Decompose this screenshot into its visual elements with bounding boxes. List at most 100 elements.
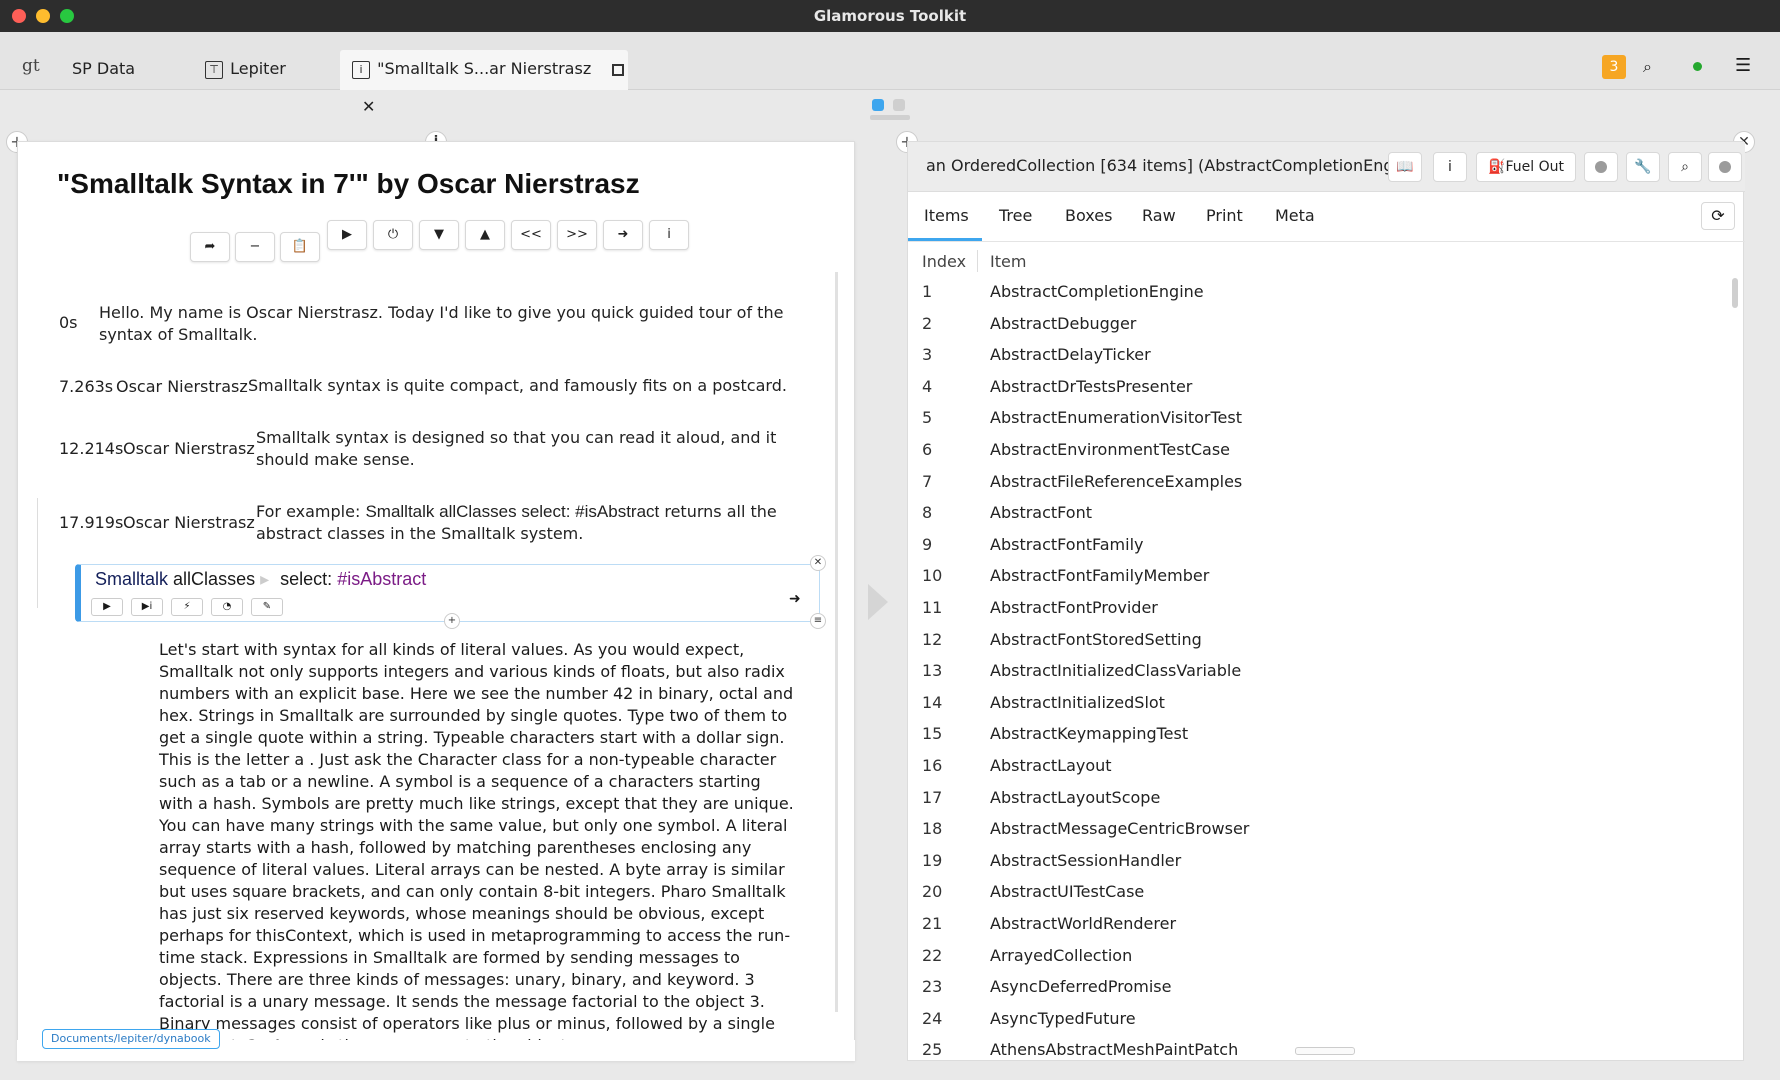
snippet-menu-icon[interactable]: ≡ (810, 613, 826, 629)
row-index: 19 (922, 850, 943, 870)
search-icon[interactable]: ⌕ (1643, 57, 1652, 77)
run-inspect-button[interactable]: ▶i (131, 598, 163, 616)
transcript-speaker: Oscar Nierstrasz (116, 377, 248, 396)
transcript-text: Smalltalk syntax is quite compact, and f… (248, 376, 787, 395)
row-index: 2 (922, 313, 933, 333)
table-row[interactable]: 2 AbstractDebugger (908, 310, 1728, 340)
row-index: 23 (922, 977, 943, 997)
expand-triangle-icon[interactable]: ▸ (260, 569, 269, 589)
run-snippet-button[interactable]: ▶ (91, 598, 123, 616)
tab-label: SP Data (72, 59, 136, 78)
table-row[interactable]: 16 AbstractLayout (908, 752, 1728, 782)
maximize-tab-icon[interactable] (612, 63, 625, 76)
row-index: 15 (922, 724, 943, 744)
page-indicator[interactable] (893, 99, 905, 111)
row-item: AbstractEnumerationVisitorTest (990, 408, 1242, 428)
row-item: AbstractMessageCentricBrowser (990, 819, 1250, 839)
minimize-window-button[interactable] (36, 9, 50, 23)
rewind-button[interactable]: << (511, 220, 551, 250)
window-title: Glamorous Toolkit (813, 7, 967, 25)
row-item: AbstractLayoutScope (990, 787, 1161, 807)
row-index: 1 (922, 282, 933, 301)
menu-icon[interactable]: ☰ (1735, 55, 1751, 76)
table-row[interactable]: 12 AbstractFontStoredSetting (908, 626, 1728, 656)
tab-lepiter[interactable]: ⊤ Lepiter (205, 50, 286, 90)
table-row[interactable]: 13 AbstractInitializedClassVariable (908, 657, 1728, 687)
horizontal-scroll-handle[interactable] (1295, 1047, 1355, 1055)
tab-label: "Smalltalk S...ar Nierstrasz (377, 59, 592, 78)
row-item: AsyncTypedFuture (990, 1008, 1136, 1028)
remove-button[interactable]: − (235, 232, 275, 262)
table-row[interactable]: 18 AbstractMessageCentricBrowser (908, 815, 1728, 845)
pane-divider-arrow-icon[interactable] (868, 584, 888, 620)
database-path-label[interactable]: Documents/lepiter/dynabook (42, 1029, 220, 1049)
row-index: 25 (922, 1040, 943, 1060)
left-pane-scrollbar[interactable] (835, 272, 838, 1012)
table-row[interactable]: 7 AbstractFileReferenceExamples (908, 468, 1728, 498)
clipboard-icon[interactable]: 📋 (280, 232, 320, 262)
table-row[interactable]: 14 AbstractInitializedSlot (908, 689, 1728, 719)
forward-button[interactable]: >> (557, 220, 597, 250)
row-index: 17 (922, 787, 943, 807)
table-row[interactable]: 5 AbstractEnumerationVisitorTest (908, 404, 1728, 434)
row-index: 3 (922, 345, 933, 365)
table-row[interactable]: 4 AbstractDrTestsPresenter (908, 373, 1728, 403)
close-window-button[interactable] (12, 9, 26, 23)
inspect-arrow-icon[interactable]: ➜ (789, 591, 801, 607)
table-row[interactable]: 23 AsyncDeferredPromise (908, 973, 1728, 1003)
table-row[interactable]: 21 AbstractWorldRenderer (908, 910, 1728, 940)
dropdown-button[interactable]: ▼ (419, 220, 459, 250)
up-button[interactable]: ▲ (465, 220, 505, 250)
code-symbol: #isAbstract (337, 569, 427, 589)
table-row[interactable]: 1 AbstractCompletionEngine (908, 278, 1728, 308)
row-index: 11 (922, 598, 943, 617)
row-item: AbstractDrTestsPresenter (990, 376, 1193, 396)
play-button[interactable]: ▶ (327, 220, 367, 250)
share-button[interactable]: ➦ (190, 232, 230, 262)
table-row[interactable]: 22 ArrayedCollection (908, 942, 1728, 972)
table-row[interactable]: 9 AbstractFontFamily (908, 531, 1728, 561)
row-item: AbstractUITestCase (990, 882, 1145, 902)
table-row[interactable]: 3 AbstractDelayTicker (908, 341, 1728, 371)
power-button[interactable]: ⏻ (373, 220, 413, 250)
row-index: 20 (922, 882, 943, 902)
page-icon: i (352, 60, 370, 79)
table-row[interactable]: 15 AbstractKeymappingTest (908, 720, 1728, 750)
table-row[interactable]: 20 AbstractUITestCase (908, 878, 1728, 908)
table-row[interactable]: 6 AbstractEnvironmentTestCase (908, 436, 1728, 466)
profile-button[interactable]: ◔ (211, 598, 243, 616)
close-snippet-icon[interactable]: ✕ (810, 555, 826, 571)
edit-button[interactable]: ✎ (251, 598, 283, 616)
lepiter-page-pane: "Smalltalk Syntax in 7'" by Oscar Nierst… (17, 141, 855, 1061)
notification-badge[interactable]: 3 (1602, 55, 1626, 79)
row-index: 13 (922, 661, 943, 681)
row-index: 12 (922, 629, 943, 649)
debug-button[interactable]: ⚡ (171, 598, 203, 616)
table-row[interactable]: 19 AbstractSessionHandler (908, 847, 1728, 877)
table-row[interactable]: 8 AbstractFont (908, 499, 1728, 529)
info-button[interactable]: i (649, 220, 689, 250)
zoom-window-button[interactable] (60, 9, 74, 23)
row-index: 21 (922, 914, 943, 933)
close-tab-icon[interactable]: ✕ (362, 97, 375, 116)
page-indicator-active[interactable] (872, 99, 884, 111)
table-row[interactable]: 11 AbstractFontProvider (908, 594, 1728, 624)
inspector-scrollbar[interactable] (1732, 278, 1738, 308)
next-arrow-button[interactable]: ➜ (603, 220, 643, 250)
code-text[interactable]: Smalltalk allClasses ▸ select: #isAbstra… (95, 569, 426, 590)
page-scroll-bar[interactable] (870, 115, 910, 120)
table-row[interactable]: 10 AbstractFontFamilyMember (908, 562, 1728, 592)
row-index: 8 (922, 503, 933, 523)
tab-sp-data[interactable]: SP Data (72, 50, 135, 90)
tab-smalltalk-syntax[interactable]: i "Smalltalk S...ar Nierstrasz ✕ (340, 50, 628, 116)
row-item: AbstractLayout (990, 756, 1112, 775)
table-row[interactable]: 24 AsyncTypedFuture (908, 1005, 1728, 1035)
transcript-time: 12.214s (59, 439, 124, 458)
table-row[interactable]: 17 AbstractLayoutScope (908, 784, 1728, 814)
row-index: 4 (922, 376, 933, 396)
add-snippet-icon[interactable]: + (444, 613, 460, 629)
collapse-guide (37, 498, 38, 608)
row-item: ArrayedCollection (990, 945, 1133, 965)
transcript-time: 0s (59, 313, 78, 332)
gt-logo-tab[interactable]: gt (22, 56, 40, 76)
